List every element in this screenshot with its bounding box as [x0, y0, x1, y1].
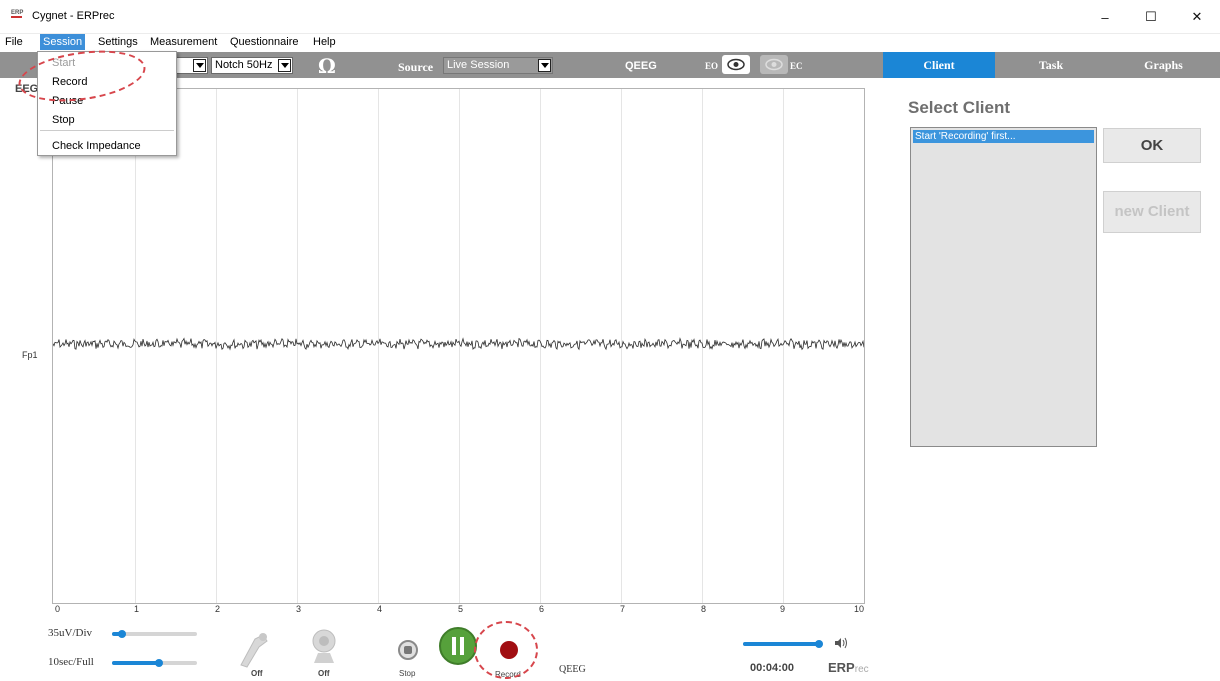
tab-graphs[interactable]: Graphs — [1107, 52, 1220, 78]
tab-client[interactable]: Client — [883, 52, 995, 78]
menu-help[interactable]: Help — [310, 34, 339, 50]
eeg-trace-line — [53, 337, 864, 351]
window-title: Cygnet - ERPrec — [32, 10, 115, 22]
time-slider-fill — [112, 661, 159, 665]
eo-label: EO — [705, 61, 719, 71]
stop-label: Stop — [399, 669, 416, 678]
select-client-title: Select Client — [908, 98, 1011, 117]
source-label: Source — [398, 60, 434, 74]
erprec-logo: ERPrec — [828, 660, 869, 675]
time-slider-knob[interactable] — [155, 659, 163, 667]
x-tick: 0 — [55, 604, 61, 614]
x-tick: 1 — [134, 604, 140, 614]
channel-label-fp1: Fp1 — [22, 350, 38, 360]
menu-session[interactable]: Session — [40, 34, 86, 50]
pause-button[interactable] — [439, 627, 477, 665]
qeeg-label: QEEG — [559, 664, 586, 675]
brand-main: ERP — [828, 660, 855, 675]
x-tick: 6 — [539, 604, 545, 614]
x-tick: 4 — [377, 604, 383, 614]
eye-open-icon[interactable] — [722, 55, 750, 74]
eeg-plot — [52, 88, 865, 604]
menu-separator — [40, 130, 174, 131]
x-tick: 9 — [780, 604, 786, 614]
notch-combo[interactable]: Notch 50Hz — [211, 57, 293, 74]
eye-closed-icon[interactable] — [760, 55, 788, 74]
x-tick: 8 — [701, 604, 707, 614]
eeg-trace — [53, 337, 864, 351]
scale-slider-knob[interactable] — [118, 630, 126, 638]
time-label: 10sec/Full — [48, 656, 94, 668]
x-tick: 2 — [215, 604, 221, 614]
stop-icon[interactable] — [398, 640, 418, 660]
client-list[interactable]: Start 'Recording' first... — [910, 127, 1097, 447]
ec-label: EC — [790, 61, 803, 71]
chevron-down-icon — [278, 59, 291, 72]
amplifier-status: Off — [251, 669, 263, 678]
menu-settings[interactable]: Settings — [95, 34, 141, 50]
menu-item-stop[interactable]: Stop — [52, 114, 75, 126]
minimize-button[interactable]: – — [1082, 0, 1128, 34]
tab-task[interactable]: Task — [995, 52, 1107, 78]
volume-slider-fill — [743, 642, 819, 646]
source-combo[interactable]: Live Session — [443, 57, 553, 74]
webcam-icon[interactable] — [306, 627, 342, 672]
speaker-icon[interactable] — [834, 637, 848, 652]
volume-slider-knob[interactable] — [815, 640, 823, 648]
webcam-status: Off — [318, 669, 330, 678]
scale-label: 35uV/Div — [48, 627, 92, 639]
x-tick: 5 — [458, 604, 464, 614]
x-tick: 7 — [620, 604, 626, 614]
chevron-down-icon — [193, 59, 206, 72]
maximize-button[interactable]: ☐ — [1128, 0, 1174, 34]
app-logo-icon: ERP — [11, 10, 24, 21]
session-timer: 00:04:00 — [750, 662, 795, 674]
close-button[interactable]: ✕ — [1174, 0, 1220, 34]
source-value: Live Session — [447, 59, 510, 71]
app-logo-text: ERP — [11, 10, 24, 16]
brand-sub: rec — [854, 664, 869, 675]
menu-bar: File Session Settings Measurement Questi… — [0, 34, 1220, 50]
ok-button[interactable]: OK — [1103, 128, 1201, 163]
tab-bar: Client Task Graphs — [883, 52, 1220, 78]
x-tick: 3 — [296, 604, 302, 614]
amplifier-icon[interactable] — [233, 627, 273, 672]
title-bar: ERP Cygnet - ERPrec – ☐ ✕ — [0, 0, 1220, 34]
menu-file[interactable]: File — [2, 34, 26, 50]
x-tick: 10 — [854, 604, 865, 614]
pause-icon — [452, 637, 456, 655]
notch-value: Notch 50Hz — [215, 59, 273, 71]
annotation-circle — [474, 621, 538, 679]
list-item[interactable]: Start 'Recording' first... — [913, 130, 1094, 143]
menu-item-check-impedance[interactable]: Check Impedance — [52, 140, 141, 152]
new-client-button[interactable]: new Client — [1103, 191, 1201, 233]
qeeg-label: QEEG — [625, 60, 657, 72]
menu-measurement[interactable]: Measurement — [147, 34, 220, 50]
impedance-icon[interactable]: Ω — [318, 54, 336, 78]
chevron-down-icon — [538, 59, 551, 72]
menu-questionnaire[interactable]: Questionnaire — [227, 34, 302, 50]
